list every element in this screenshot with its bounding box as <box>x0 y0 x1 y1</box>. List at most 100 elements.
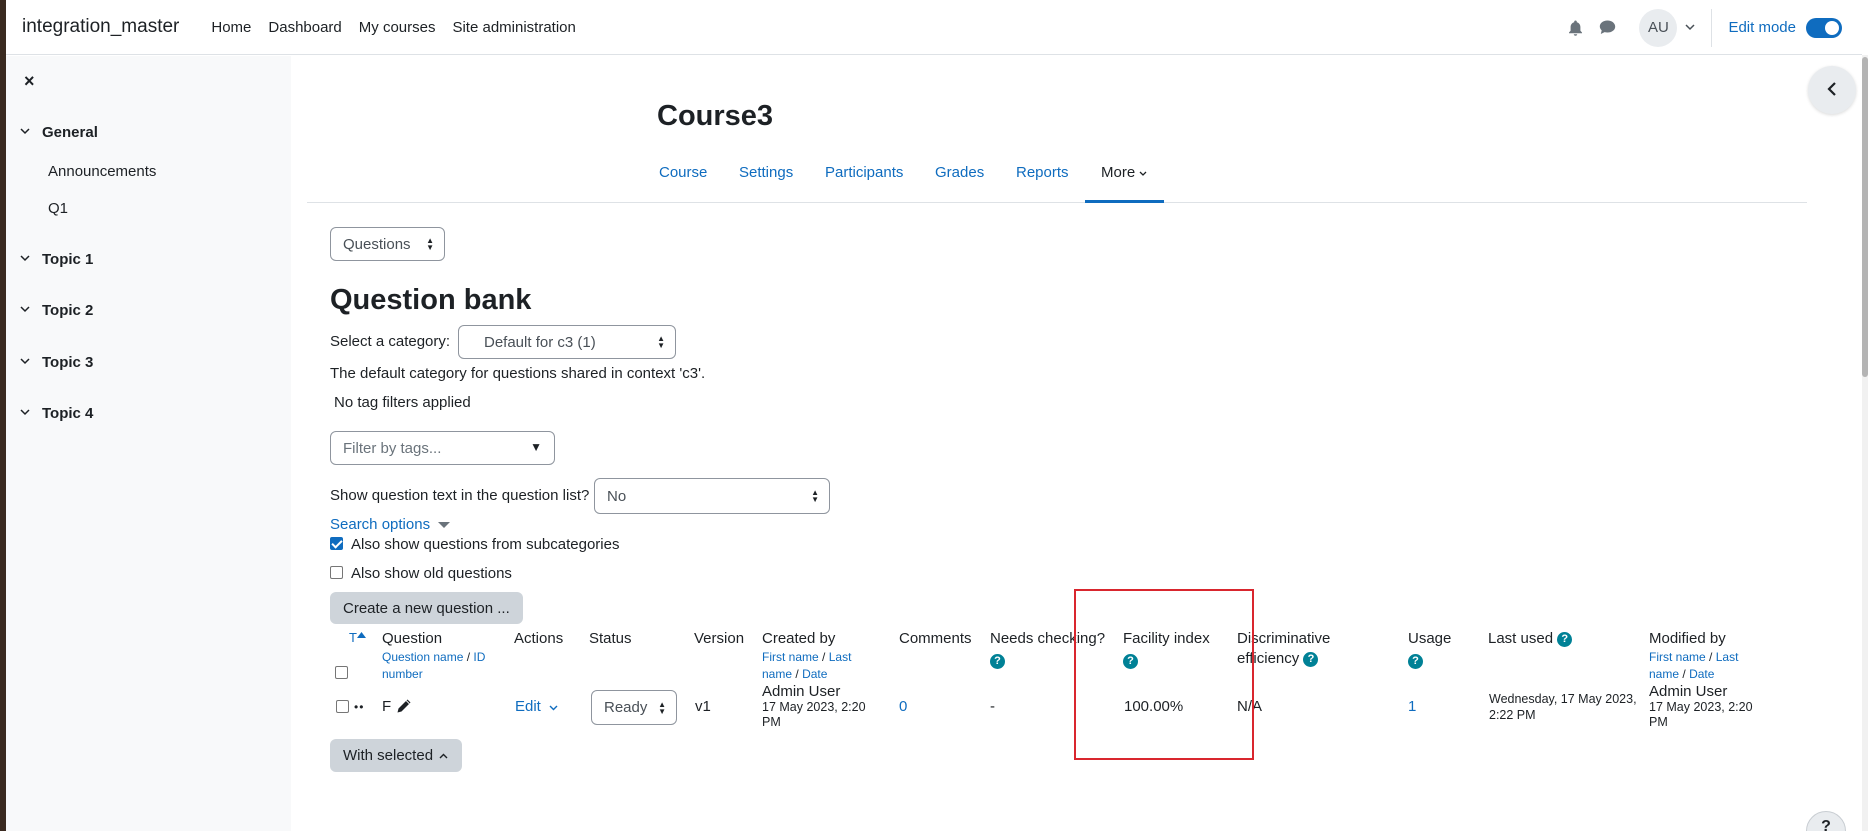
drawer-item-q1[interactable]: Q1 <box>48 200 68 217</box>
row-select-checkbox[interactable] <box>336 700 349 713</box>
edit-mode-toggle[interactable] <box>1806 17 1842 38</box>
user-avatar[interactable]: AU <box>1639 8 1678 47</box>
drawer-section-label: Topic 3 <box>42 354 94 371</box>
category-label: Select a category: <box>330 333 451 350</box>
discriminative-help-icon[interactable]: ? <box>1303 651 1319 667</box>
sort-created-last-name-link[interactable]: Last <box>829 650 852 664</box>
nav-my-courses[interactable]: My courses <box>359 19 436 36</box>
created-by-sub-sort-2: name / Date <box>762 666 827 682</box>
dropdown-triangle-icon: ▼ <box>530 440 542 454</box>
tab-settings[interactable]: Settings <box>739 164 793 181</box>
show-question-text-select[interactable]: No ▲ ▼ <box>594 478 830 514</box>
sort-created-date-link[interactable]: Date <box>802 667 827 681</box>
category-select[interactable]: Default for c3 (1) ▲ ▼ <box>458 325 676 359</box>
with-selected-button[interactable]: With selected <box>330 739 462 772</box>
version-header: Version <box>694 630 745 647</box>
messages-chat-icon[interactable] <box>1595 16 1619 40</box>
drawer-section-label: Topic 1 <box>42 251 94 268</box>
sort-modified-last-name-link-2[interactable]: name <box>1649 667 1679 681</box>
nav-dashboard[interactable]: Dashboard <box>268 19 341 36</box>
chevron-left-icon <box>1827 80 1837 101</box>
modified-by-name: Admin User <box>1649 683 1728 700</box>
modified-date: 17 May 2023, 2:20 <box>1649 700 1753 714</box>
select-arrows-icon: ▲ ▼ <box>658 699 666 716</box>
page-title: Question bank <box>330 284 532 316</box>
tab-grades[interactable]: Grades <box>935 164 984 181</box>
tag-filter-input[interactable]: Filter by tags... ▼ <box>330 431 555 465</box>
drawer-section-topic-4[interactable]: Topic 4 <box>20 405 93 422</box>
drawer-section-label: Topic 2 <box>42 302 94 319</box>
chevron-down-icon[interactable] <box>20 408 30 419</box>
active-tab-indicator <box>1085 200 1164 203</box>
type-sort-header[interactable]: T <box>349 628 366 648</box>
usage-count-link[interactable]: 1 <box>1408 698 1416 716</box>
site-brand[interactable]: integration_master <box>22 16 179 38</box>
question-header: Question <box>382 630 443 647</box>
drawer-section-topic-2[interactable]: Topic 2 <box>20 302 93 319</box>
sort-modified-date-link[interactable]: Date <box>1689 667 1714 681</box>
sort-question-name-link[interactable]: Question name <box>382 650 463 664</box>
tag-filter-status: No tag filters applied <box>334 394 471 411</box>
open-block-drawer-button[interactable] <box>1808 66 1856 114</box>
chevron-down-icon[interactable] <box>20 357 30 368</box>
last-used-help-icon[interactable]: ? <box>1557 631 1573 647</box>
search-options-link[interactable]: Search options <box>330 516 451 533</box>
edit-pencil-icon[interactable] <box>396 698 412 719</box>
question-type-icon: •• <box>354 700 365 714</box>
drawer-section-topic-3[interactable]: Topic 3 <box>20 354 93 371</box>
drawer-item-announcements[interactable]: Announcements <box>48 163 156 180</box>
nav-site-administration[interactable]: Site administration <box>452 19 575 36</box>
last-used-date-2: 2:22 PM <box>1489 708 1536 722</box>
show-question-text-label: Show question text in the question list? <box>330 487 590 504</box>
chevron-down-icon[interactable] <box>20 127 30 138</box>
usage-help-icon[interactable]: ? <box>1408 651 1423 671</box>
close-drawer-icon[interactable]: × <box>24 71 35 92</box>
created-date-2: PM <box>762 715 781 729</box>
type-header-label: T <box>349 630 357 645</box>
question-bank-nav-select[interactable]: Questions ▲ ▼ <box>330 227 445 261</box>
notifications-bell-icon[interactable] <box>1563 16 1587 40</box>
chevron-down-icon <box>549 705 558 711</box>
tab-more[interactable]: More <box>1101 164 1147 181</box>
footer-help-button[interactable]: ? <box>1806 811 1846 831</box>
sort-separator: / <box>822 650 826 664</box>
sort-separator: / <box>466 650 471 664</box>
select-arrows-icon: ▲ ▼ <box>811 488 819 504</box>
sort-id-number-link-2[interactable]: number <box>382 666 423 682</box>
subcategories-checkbox[interactable] <box>330 537 343 550</box>
drawer-section-topic-1[interactable]: Topic 1 <box>20 251 93 268</box>
created-date: 17 May 2023, 2:20 <box>762 700 866 714</box>
sort-id-number-link[interactable]: ID <box>473 650 485 664</box>
scrollbar-thumb[interactable] <box>1862 57 1868 377</box>
sort-separator: / <box>1709 650 1713 664</box>
sort-modified-first-name-link[interactable]: First name <box>1649 650 1706 664</box>
created-by-name: Admin User <box>762 683 841 700</box>
tab-reports[interactable]: Reports <box>1016 164 1069 181</box>
select-value: Ready <box>604 699 648 716</box>
drawer-section-general[interactable]: General <box>20 124 98 141</box>
tab-participants[interactable]: Participants <box>825 164 903 181</box>
comments-header: Comments <box>899 630 972 647</box>
question-status-select[interactable]: Ready ▲ ▼ <box>591 690 677 725</box>
select-arrows-icon: ▲ ▼ <box>657 334 665 350</box>
chevron-down-icon[interactable] <box>20 305 30 316</box>
sort-created-first-name-link[interactable]: First name <box>762 650 819 664</box>
page-scrollbar[interactable] <box>1862 55 1868 831</box>
nav-home[interactable]: Home <box>211 19 251 36</box>
question-sub-sort: Question name / ID <box>382 649 485 665</box>
top-navbar: integration_master Home Dashboard My cou… <box>6 0 1862 55</box>
primary-navigation: Home Dashboard My courses Site administr… <box>211 19 593 36</box>
tab-course[interactable]: Course <box>659 164 707 181</box>
select-all-checkbox[interactable] <box>335 666 348 679</box>
needs-checking-help-icon[interactable]: ? <box>990 651 1005 671</box>
sort-created-last-name-link-2[interactable]: name <box>762 667 792 681</box>
edit-actions-menu[interactable]: Edit <box>515 698 558 716</box>
chevron-down-icon <box>1139 171 1147 176</box>
sort-modified-last-name-link[interactable]: Last <box>1716 650 1739 664</box>
select-value: Questions <box>343 235 411 253</box>
user-menu-chevron-down-icon[interactable] <box>1685 22 1695 34</box>
chevron-down-icon[interactable] <box>20 254 30 265</box>
comments-count-link[interactable]: 0 <box>899 698 907 716</box>
create-new-question-button[interactable]: Create a new question ... <box>330 592 523 624</box>
old-questions-checkbox[interactable] <box>330 566 343 579</box>
